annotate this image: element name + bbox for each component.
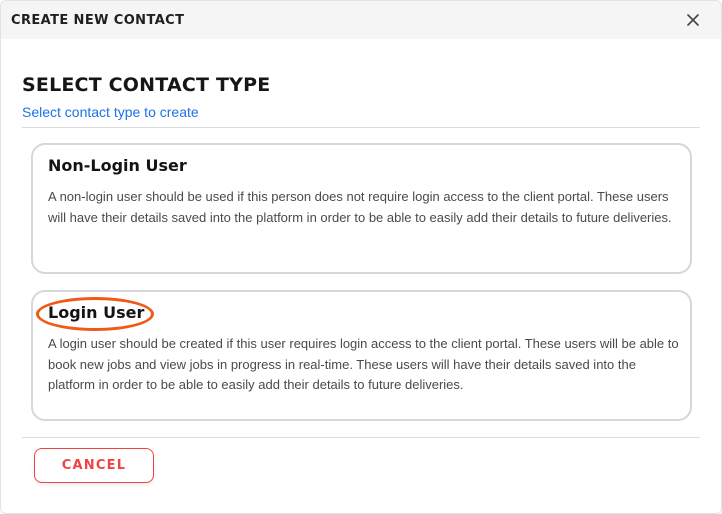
card-title: Non-Login User xyxy=(48,156,187,175)
card-description: A non-login user should be used if this … xyxy=(48,189,672,225)
card-title: Login User xyxy=(48,303,145,322)
divider-bottom xyxy=(22,437,700,438)
close-icon[interactable] xyxy=(683,10,703,30)
contact-type-non-login-user[interactable]: Non-Login User A non-login user should b… xyxy=(31,143,692,274)
cancel-button[interactable]: CANCEL xyxy=(34,448,154,483)
section-title: SELECT CONTACT TYPE xyxy=(22,74,271,96)
create-contact-modal: CREATE NEW CONTACT SELECT CONTACT TYPE S… xyxy=(0,0,722,514)
modal-title: CREATE NEW CONTACT xyxy=(11,12,185,28)
divider-top xyxy=(22,127,700,128)
contact-type-login-user[interactable]: Login User A login user should be create… xyxy=(31,290,692,421)
close-icon-glyph xyxy=(687,14,699,26)
section-subtitle: Select contact type to create xyxy=(22,104,199,120)
card-description: A login user should be created if this u… xyxy=(48,336,679,392)
modal-header: CREATE NEW CONTACT xyxy=(1,1,721,39)
